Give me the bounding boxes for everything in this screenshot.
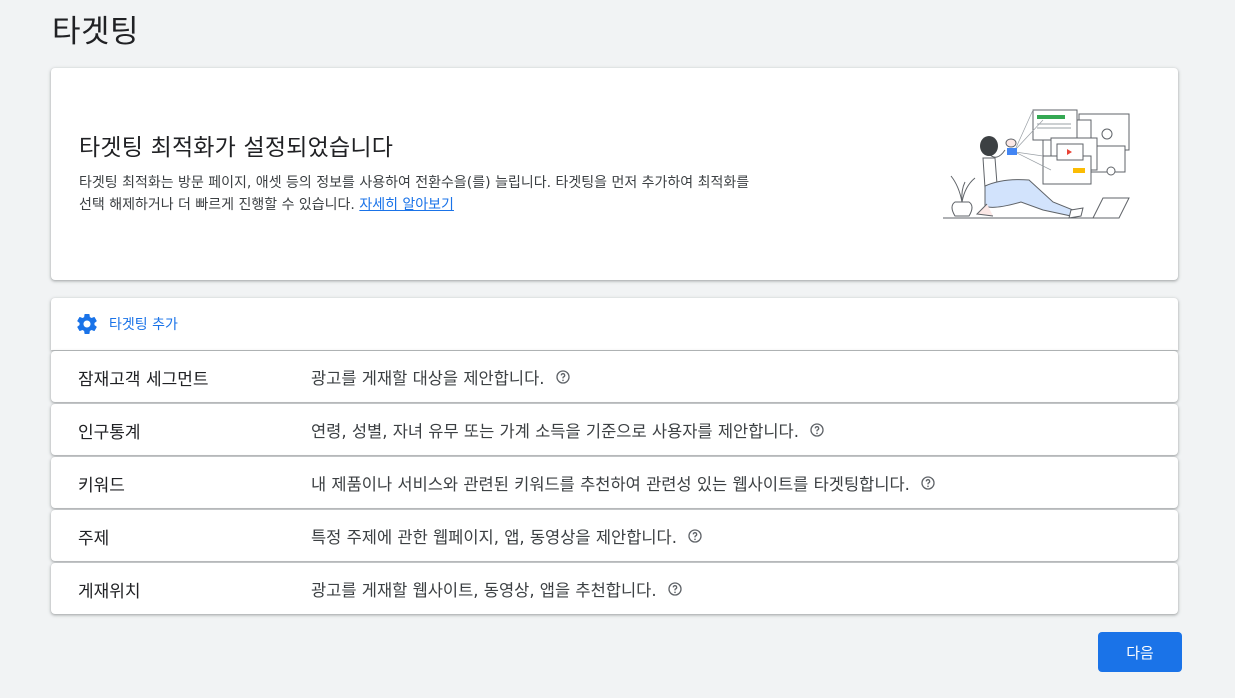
row-description-text: 특정 주제에 관한 웹페이지, 앱, 동영상을 제안합니다. [311,528,677,547]
banner-description-line1: 타겟팅 최적화는 방문 페이지, 애셋 등의 정보를 사용하여 전환수을(를) … [79,175,750,191]
row-name: 잠재고객 세그먼트 [78,370,209,390]
row-description: 특정 주제에 관한 웹페이지, 앱, 동영상을 제안합니다. [311,524,703,548]
help-icon[interactable] [687,528,703,544]
row-description-text: 연령, 성별, 자녀 유무 또는 가계 소득을 기준으로 사용자를 제안합니다. [311,422,799,441]
learn-more-link[interactable]: 자세히 알아보기 [359,197,454,213]
gear-icon [77,313,97,334]
row-name: 키워드 [78,476,125,496]
targeting-row-demographics[interactable]: 인구통계 연령, 성별, 자녀 유무 또는 가계 소득을 기준으로 사용자를 제… [51,404,1178,455]
banner-description: 타겟팅 최적화는 방문 페이지, 애셋 등의 정보를 사용하여 전환수을(를) … [79,172,879,216]
row-name: 인구통계 [78,423,141,443]
add-targeting-bar: 타겟팅 추가 [51,298,1178,350]
row-description: 내 제품이나 서비스와 관련된 키워드를 추천하여 관련성 있는 웹사이트를 타… [311,471,936,495]
targeting-row-audience-segments[interactable]: 잠재고객 세그먼트 광고를 게재할 대상을 제안합니다. [51,351,1178,402]
row-description: 연령, 성별, 자녀 유무 또는 가계 소득을 기준으로 사용자를 제안합니다. [311,418,825,442]
page-title: 타겟팅 [52,14,140,50]
add-targeting-button[interactable]: 타겟팅 추가 [75,312,178,336]
row-name: 게재위치 [78,582,141,602]
help-icon[interactable] [809,422,825,438]
add-targeting-label: 타겟팅 추가 [109,317,178,333]
row-description: 광고를 게재할 대상을 제안합니다. [311,365,571,389]
targeting-row-topics[interactable]: 주제 특정 주제에 관한 웹페이지, 앱, 동영상을 제안합니다. [51,510,1178,561]
help-icon[interactable] [667,581,683,597]
optimization-banner: 타겟팅 최적화가 설정되었습니다 타겟팅 최적화는 방문 페이지, 애셋 등의 … [51,68,1178,280]
row-description-text: 내 제품이나 서비스와 관련된 키워드를 추천하여 관련성 있는 웹사이트를 타… [311,475,910,494]
next-button[interactable]: 다음 [1098,632,1182,672]
row-description-text: 광고를 게재할 웹사이트, 동영상, 앱을 추천합니다. [311,581,657,600]
person-with-screens-illustration [943,109,1130,219]
banner-description-line2: 선택 해제하거나 더 빠르게 진행할 수 있습니다. [79,197,355,213]
row-description: 광고를 게재할 웹사이트, 동영상, 앱을 추천합니다. [311,577,683,601]
help-icon[interactable] [555,369,571,385]
banner-heading: 타겟팅 최적화가 설정되었습니다 [79,135,394,161]
row-description-text: 광고를 게재할 대상을 제안합니다. [311,369,545,388]
targeting-row-placements[interactable]: 게재위치 광고를 게재할 웹사이트, 동영상, 앱을 추천합니다. [51,563,1178,614]
row-name: 주제 [78,529,110,549]
help-icon[interactable] [920,475,936,491]
targeting-row-keywords[interactable]: 키워드 내 제품이나 서비스와 관련된 키워드를 추천하여 관련성 있는 웹사이… [51,457,1178,508]
